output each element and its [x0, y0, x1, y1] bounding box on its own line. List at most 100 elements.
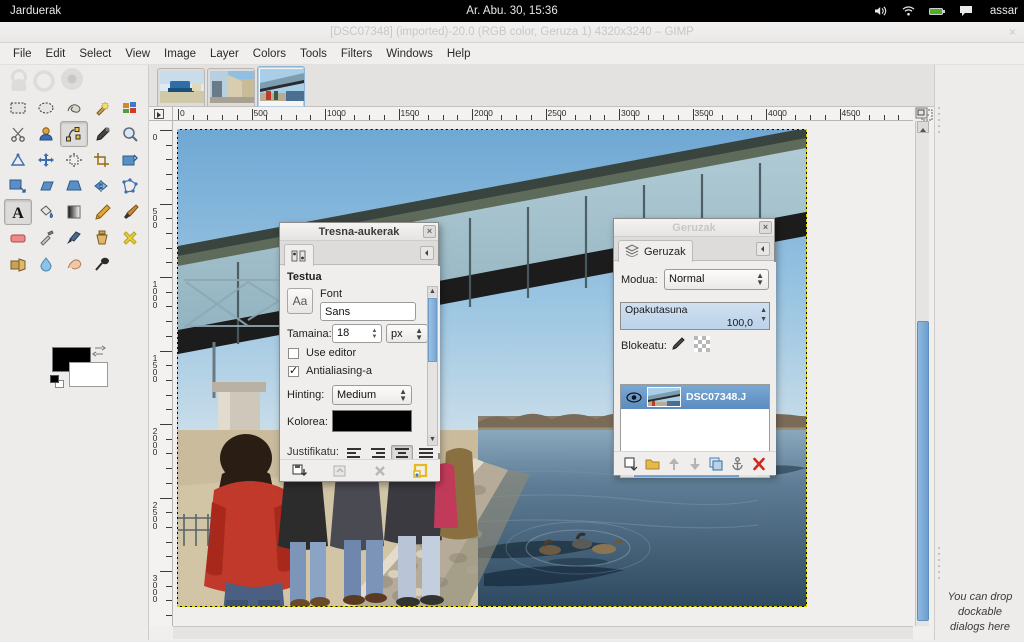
- hinting-combo[interactable]: Medium ▲ ▼: [332, 385, 412, 405]
- measure-tool[interactable]: [4, 147, 32, 173]
- menu-select[interactable]: Select: [72, 46, 118, 62]
- tool-options-scroll-thumb[interactable]: [428, 298, 437, 362]
- vertical-ruler[interactable]: 0500100015002000250030003: [149, 121, 173, 626]
- scroll-up-button[interactable]: [917, 121, 929, 133]
- lock-alpha-icon[interactable]: [694, 336, 710, 357]
- menu-file[interactable]: File: [6, 46, 39, 62]
- justify-left-button[interactable]: [343, 445, 365, 460]
- raise-layer-button[interactable]: [666, 456, 682, 472]
- canvas-vertical-scrollbar[interactable]: [915, 121, 929, 626]
- align-tool[interactable]: [60, 147, 88, 173]
- layers-tab[interactable]: Geruzak: [618, 240, 693, 262]
- gradient-tool[interactable]: [60, 199, 88, 225]
- system-clock[interactable]: Ar. Abu. 30, 15:36: [0, 5, 1024, 17]
- free-select-tool[interactable]: [60, 95, 88, 121]
- username-label[interactable]: assar: [990, 5, 1018, 17]
- tool-options-close-button[interactable]: ×: [423, 225, 436, 238]
- new-layer-button[interactable]: [623, 456, 639, 472]
- menu-view[interactable]: View: [118, 46, 157, 62]
- blur-sharpen-tool[interactable]: [32, 251, 60, 277]
- save-tool-preset-button[interactable]: [291, 462, 309, 480]
- layers-dialog[interactable]: Geruzak × Geruzak Modua: Normal ▲ ▼ Opaku…: [613, 218, 776, 478]
- menu-windows[interactable]: Windows: [379, 46, 440, 62]
- antialiasing-checkbox[interactable]: [288, 364, 299, 377]
- use-editor-checkbox[interactable]: [288, 348, 299, 359]
- menu-layer[interactable]: Layer: [203, 46, 246, 62]
- restore-tool-preset-button[interactable]: [331, 462, 349, 480]
- tool-options-scroll-up[interactable]: ▲: [428, 287, 437, 297]
- layer-visibility-icon[interactable]: [621, 391, 647, 403]
- justify-fill-button[interactable]: [415, 445, 437, 460]
- flip-tool[interactable]: [88, 173, 116, 199]
- lower-layer-button[interactable]: [687, 456, 703, 472]
- swap-colors-icon[interactable]: [92, 345, 106, 358]
- tool-options-scrollbar[interactable]: ▲ ▼: [427, 286, 438, 446]
- tool-options-menu-button[interactable]: [420, 246, 434, 260]
- dodge-burn-tool[interactable]: [88, 251, 116, 277]
- delete-tool-preset-button[interactable]: [371, 462, 389, 480]
- mode-combo[interactable]: Normal ▲ ▼: [664, 269, 769, 290]
- size-input[interactable]: 18 ▲ ▼: [332, 324, 382, 343]
- scissors-select-tool[interactable]: [4, 121, 32, 147]
- chat-icon[interactable]: [959, 5, 973, 17]
- horizontal-ruler[interactable]: 0500100015002000250030003500400045005: [173, 107, 913, 121]
- layers-close-button[interactable]: ×: [759, 221, 772, 234]
- paths-tool[interactable]: [60, 121, 88, 147]
- image-tab-2[interactable]: [207, 68, 255, 106]
- menu-help[interactable]: Help: [440, 46, 478, 62]
- rotate-tool[interactable]: [116, 147, 144, 173]
- cage-transform-tool[interactable]: [116, 173, 144, 199]
- tool-options-scroll-down[interactable]: ▼: [428, 435, 437, 445]
- canvas-horizontal-scrollbar[interactable]: [173, 626, 913, 639]
- eraser-tool[interactable]: [4, 225, 32, 251]
- select-by-color-tool[interactable]: [116, 95, 144, 121]
- duplicate-layer-button[interactable]: [708, 456, 724, 472]
- shear-tool[interactable]: [32, 173, 60, 199]
- tool-options-dialog[interactable]: Tresna-aukerak × Testua Aa Font Sans Tam…: [279, 222, 440, 482]
- justify-right-button[interactable]: [367, 445, 389, 460]
- justify-center-button[interactable]: [391, 445, 413, 460]
- opacity-slider[interactable]: Opakutasuna 100,0 ▲ ▼: [620, 302, 770, 330]
- image-tab-3[interactable]: [257, 66, 305, 107]
- menu-colors[interactable]: Colors: [246, 46, 293, 62]
- layers-menu-button[interactable]: [756, 242, 770, 256]
- text-color-well[interactable]: [332, 410, 412, 432]
- scale-tool[interactable]: [4, 173, 32, 199]
- ink-tool[interactable]: [60, 225, 88, 251]
- zoom-tool[interactable]: [116, 121, 144, 147]
- smudge-tool[interactable]: [60, 251, 88, 277]
- size-unit-combo[interactable]: px ▲ ▼: [386, 324, 428, 343]
- rect-select-tool[interactable]: [4, 95, 32, 121]
- bucket-fill-tool[interactable]: [32, 199, 60, 225]
- vertical-scroll-thumb[interactable]: [917, 321, 929, 621]
- size-stepper[interactable]: ▲ ▼: [369, 326, 380, 341]
- pencil-tool[interactable]: [88, 199, 116, 225]
- lock-pixels-icon[interactable]: [669, 336, 685, 357]
- reset-colors-icon[interactable]: [50, 375, 65, 389]
- ruler-corner-unit-button[interactable]: [149, 107, 173, 121]
- menu-edit[interactable]: Edit: [39, 46, 73, 62]
- perspective-clone-tool[interactable]: [4, 251, 32, 277]
- perspective-tool[interactable]: [60, 173, 88, 199]
- menu-image[interactable]: Image: [157, 46, 203, 62]
- tool-options-tab[interactable]: [284, 244, 314, 266]
- font-preview-button[interactable]: Aa: [287, 288, 313, 314]
- layer-row[interactable]: DSC07348.J: [621, 385, 769, 409]
- image-tab-1[interactable]: [157, 68, 205, 106]
- battery-icon[interactable]: [928, 6, 945, 17]
- right-dock[interactable]: You can drop dockable dialogs here: [934, 65, 1024, 640]
- dock-resize-grip[interactable]: [937, 67, 942, 637]
- menu-filters[interactable]: Filters: [334, 46, 379, 62]
- volume-icon[interactable]: [874, 5, 888, 17]
- ellipse-select-tool[interactable]: [32, 95, 60, 121]
- crop-tool[interactable]: [88, 147, 116, 173]
- background-color-swatch[interactable]: [69, 362, 108, 387]
- airbrush-tool[interactable]: [32, 225, 60, 251]
- navigation-preview-button[interactable]: [915, 107, 929, 120]
- new-layer-group-button[interactable]: [644, 456, 660, 472]
- color-picker-tool[interactable]: [88, 121, 116, 147]
- opacity-stepper[interactable]: ▲ ▼: [760, 306, 767, 324]
- window-close-button[interactable]: ×: [1009, 22, 1016, 43]
- fuzzy-select-tool[interactable]: [88, 95, 116, 121]
- font-input[interactable]: Sans: [320, 302, 416, 321]
